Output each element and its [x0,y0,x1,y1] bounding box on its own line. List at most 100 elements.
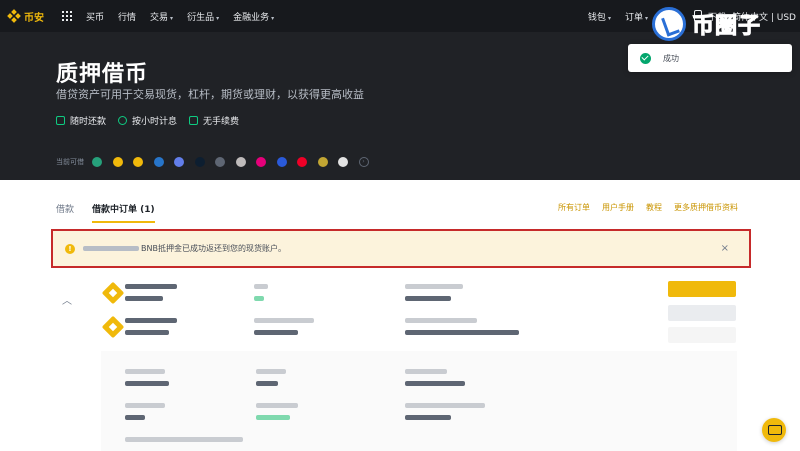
feature-label: 随时还款 [70,117,107,127]
redacted-text [256,369,286,374]
redacted-text [254,330,298,335]
borrow-more-button[interactable] [668,327,736,343]
tab-1[interactable]: 借款中订单 (1) [92,202,155,223]
redacted-text [125,381,169,386]
brand-name: 币安 [24,12,44,24]
nav-item[interactable]: 交易 ▾ [150,10,173,23]
watermark-text: 币圈子 [691,14,762,40]
redacted-text [405,403,485,408]
nav-item-label: 交易 [150,12,169,23]
redacted-text [125,318,177,323]
nav-menu-label: 钱包 [587,12,606,23]
help-link[interactable]: 更多质押借币资料 [674,202,738,213]
redacted-text [256,415,290,420]
redacted-text [254,318,314,323]
redacted-text [254,284,268,289]
tab-0[interactable]: 借款 [56,202,74,223]
ltc-icon[interactable] [235,157,246,167]
busd-icon[interactable] [133,157,143,167]
redacted-text [405,369,447,374]
feature-item: 随时还款 [56,114,106,127]
order-tabs: 借款 借款中订单 (1) [56,202,173,223]
chevron-down-icon: ▾ [216,14,220,22]
check-circle-icon [640,52,651,64]
trx-icon[interactable] [297,157,307,167]
usdt-icon[interactable] [92,157,102,167]
coins-label: 当前可借 [56,158,84,166]
nav-item[interactable]: 行情 [118,10,136,23]
nav-item-label: 衍生品 [187,12,215,23]
feature-item: 无手续费 [189,114,239,127]
chevron-down-icon: ▾ [607,14,611,22]
nav-menu[interactable]: 订单 ▾ [625,10,648,23]
collateral-coin-icon [101,315,125,339]
eth-icon[interactable] [174,157,184,167]
dot-icon[interactable] [256,157,266,167]
xlm-icon[interactable] [338,157,348,167]
page-title: 质押借币 [56,62,149,87]
redacted-text [405,318,477,323]
nav-item-label: 买币 [86,12,105,23]
clock-check-icon [118,116,128,125]
redacted-text [125,369,165,374]
redacted-amount [83,246,139,251]
ada-icon[interactable] [194,157,205,167]
nav-menu-label: 订单 [624,12,643,23]
success-toast: 成功 [628,44,792,72]
nav-item[interactable]: 金融业务 ▾ [233,10,274,23]
close-icon[interactable]: × [721,243,729,254]
redacted-text [254,296,264,301]
order-details-panel [101,351,737,451]
chevron-down-icon: ▾ [644,14,648,22]
borrowable-coins: 当前可借 › [56,157,369,167]
redacted-text [256,403,298,408]
page-subtitle: 借贷资产可用于交易现货，杠杆，期货或理财，以获得更高收益 [56,88,364,101]
nav-item[interactable]: 衍生品 ▾ [187,10,219,23]
help-links: 所有订单 用户手册 教程 更多质押借币资料 [546,202,738,213]
redacted-text [405,284,463,289]
redacted-text [125,403,165,408]
help-link[interactable]: 教程 [646,202,662,213]
toast-message: 成功 [663,53,679,63]
binance-logo-icon [7,9,21,23]
loan-coin-icon [101,281,125,305]
collapse-chevron-icon[interactable]: ︿ [62,292,72,307]
no-fee-icon [189,116,199,125]
redacted-text [125,284,177,289]
redacted-text [405,381,465,386]
redacted-text [256,381,278,386]
feature-label: 按小时计息 [132,117,178,127]
watermark: 币圈子 [652,4,800,44]
redacted-text [405,415,451,420]
adjust-ltv-button[interactable] [668,305,736,321]
nav-item-label: 金融业务 [233,12,270,23]
arrow-right-icon[interactable]: › [358,157,369,167]
brand-logo[interactable]: 币安 [7,9,44,24]
help-link[interactable]: 用户手册 [602,202,634,213]
redacted-text [405,330,519,335]
chat-icon[interactable] [762,418,786,442]
link-icon[interactable] [276,157,287,167]
redacted-text [125,415,145,420]
nav-item-label: 行情 [118,12,137,23]
repay-button[interactable] [668,281,736,297]
help-link[interactable]: 所有订单 [558,202,590,213]
redacted-text [405,296,451,301]
nav-menu[interactable]: 钱包 ▾ [588,10,611,23]
feature-label: 无手续费 [203,117,240,127]
doge-icon[interactable] [317,157,328,167]
xrp-icon[interactable] [215,157,225,167]
usdc-icon[interactable] [153,157,164,167]
bnb-icon[interactable] [112,157,123,167]
redacted-text [125,330,169,335]
chevron-down-icon: ▾ [271,14,275,22]
nav-item[interactable]: 买币 [86,10,104,23]
shield-check-icon [56,116,65,125]
redacted-text [125,296,163,301]
notice-message: BNB抵押金已成功返还到您的现货账户。 [141,244,286,253]
chevron-down-icon: ▾ [170,14,174,22]
collateral-notice: ! BNB抵押金已成功返还到您的现货账户。 × [51,229,751,268]
feature-item: 按小时计息 [118,114,177,127]
redacted-text [125,437,243,442]
apps-grid-icon[interactable] [62,11,72,21]
